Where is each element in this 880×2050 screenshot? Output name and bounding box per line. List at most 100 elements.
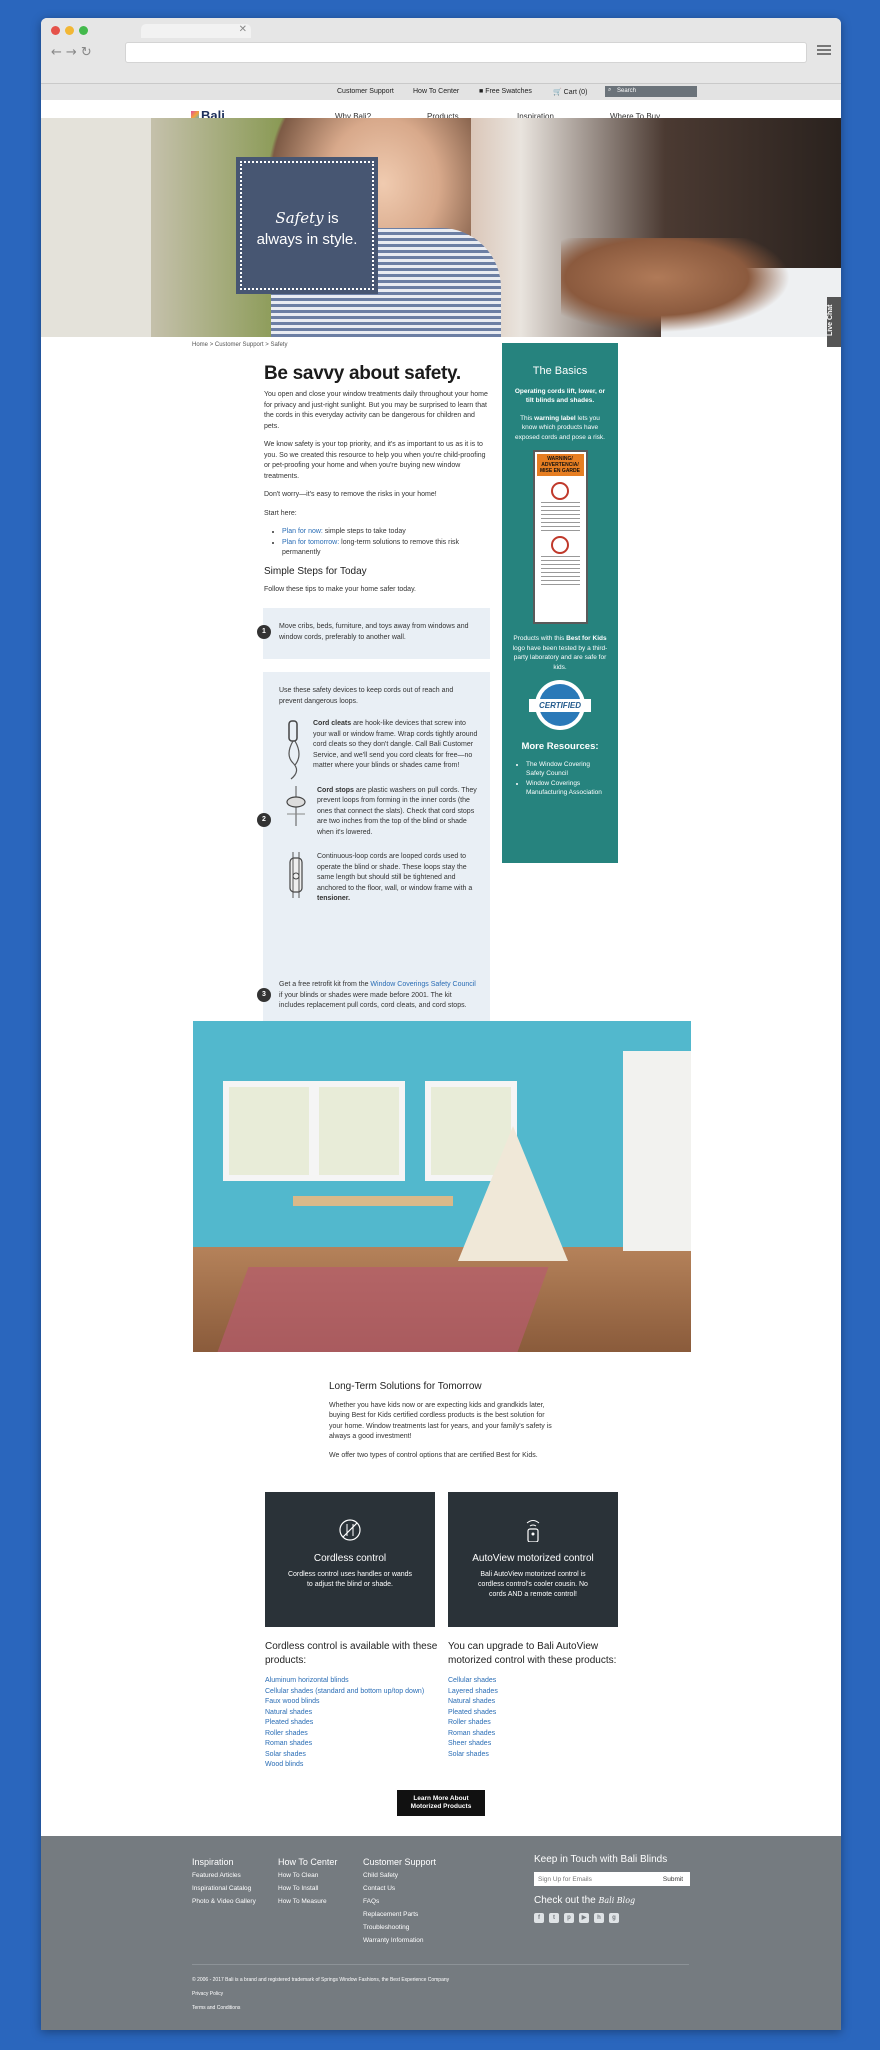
search-placeholder: Search [617, 88, 637, 94]
cord-cleats-term: Cord cleats [313, 720, 352, 727]
terms-link[interactable]: Terms and Conditions [192, 2001, 449, 2015]
maximize-window-button[interactable] [79, 26, 88, 35]
breadcrumb-separator: > [209, 342, 214, 348]
footer-link[interactable]: Child Safety [363, 1869, 436, 1882]
tensioner-icon [289, 852, 303, 898]
cordless-title: Cordless control [313, 1553, 387, 1564]
free-swatches-link[interactable]: ■ Free Swatches [479, 88, 532, 95]
footer-legal: © 2006 - 2017 Bali is a brand and regist… [192, 1973, 449, 2015]
plan-for-tomorrow-link[interactable]: Plan for tomorrow: [282, 539, 339, 546]
product-link[interactable]: Layered shades [448, 1687, 623, 1698]
footer-link[interactable]: How To Measure [278, 1895, 337, 1908]
cordless-text: Cordless control uses handles or wands t… [287, 1571, 413, 1588]
youtube-icon[interactable]: ▶ [579, 1913, 589, 1923]
signup-form: Submit [534, 1872, 694, 1886]
learn-more-motorized-button[interactable]: Learn More About Motorized Products [397, 1790, 485, 1816]
address-bar[interactable] [125, 42, 807, 63]
cart-link[interactable]: 🛒 Cart (0) [553, 88, 587, 96]
product-link[interactable]: Solar shades [265, 1750, 440, 1761]
site-footer: Inspiration Featured Articles Inspiratio… [41, 1836, 841, 2030]
blog-link[interactable]: Check out the Bali Blog [534, 1895, 694, 1906]
sidebar-p2: This warning label lets you know which p… [512, 414, 608, 443]
houzz-icon[interactable]: h [594, 1913, 604, 1923]
footer-link[interactable]: Replacement Parts [363, 1908, 436, 1921]
email-signup-input[interactable] [534, 1872, 656, 1886]
privacy-policy-link[interactable]: Privacy Policy [192, 1987, 449, 2001]
footer-heading[interactable]: Customer Support [363, 1856, 436, 1868]
footer-link[interactable]: Contact Us [363, 1882, 436, 1895]
basics-sidebar: The Basics Operating cords lift, lower, … [502, 343, 618, 863]
product-link[interactable]: Natural shades [448, 1697, 623, 1708]
steps-intro: Follow these tips to make your home safe… [264, 586, 416, 593]
breadcrumb-home[interactable]: Home [192, 342, 208, 348]
no-cord-symbol-icon [551, 536, 569, 554]
footer-link[interactable]: FAQs [363, 1895, 436, 1908]
footer-link[interactable]: Inspirational Catalog [192, 1882, 256, 1895]
pinterest-icon[interactable]: p [564, 1913, 574, 1923]
page-title: Be savvy about safety. [264, 363, 461, 384]
resource-wcma-link[interactable]: Window Coverings Manufacturing Associati… [526, 779, 608, 798]
product-link[interactable]: Aluminum horizontal blinds [265, 1676, 440, 1687]
footer-link[interactable]: Featured Articles [192, 1869, 256, 1882]
sidebar-p3-bold: Best for Kids [566, 635, 607, 642]
twitter-icon[interactable]: t [549, 1913, 559, 1923]
how-to-center-link[interactable]: How To Center [413, 88, 459, 95]
product-link[interactable]: Roller shades [265, 1729, 440, 1740]
footer-link[interactable]: Warranty Information [363, 1934, 436, 1947]
customer-support-link[interactable]: Customer Support [337, 88, 394, 95]
intro-paragraph-3: Don't worry—it's easy to remove the risk… [264, 491, 437, 498]
no-child-symbol-icon [551, 482, 569, 500]
product-link[interactable]: Cellular shades (standard and bottom up/… [265, 1687, 440, 1698]
browser-nav-buttons: ←→↻ [51, 45, 96, 60]
reload-icon[interactable]: ↻ [81, 45, 96, 60]
footer-link[interactable]: Troubleshooting [363, 1921, 436, 1934]
footer-link[interactable]: Photo & Video Gallery [192, 1895, 256, 1908]
tensioner-term: tensioner. [317, 895, 351, 902]
product-link[interactable]: Wood blinds [265, 1760, 440, 1771]
submit-button[interactable]: Submit [656, 1872, 690, 1886]
long-term-section: Long-Term Solutions for Tomorrow Whether… [329, 1381, 554, 1469]
close-window-button[interactable] [51, 26, 60, 35]
plan-for-now-link[interactable]: Plan for now: [282, 528, 323, 535]
sidebar-p2-pre: This [520, 414, 535, 422]
footer-link[interactable]: How To Clean [278, 1869, 337, 1882]
wcsc-link[interactable]: Window Coverings Safety Council [370, 981, 475, 988]
sidebar-p3-post: logo have been tested by a third-party l… [512, 644, 608, 671]
back-arrow-icon[interactable]: ← [51, 45, 66, 60]
breadcrumb-customer-support[interactable]: Customer Support [215, 342, 264, 348]
cord-stop-icon [286, 785, 306, 826]
playroom-photo [193, 1021, 691, 1352]
product-link[interactable]: Roller shades [448, 1718, 623, 1729]
step-2-box: Use these safety devices to keep cords o… [263, 672, 490, 966]
footer-heading[interactable]: How To Center [278, 1856, 337, 1868]
minimize-window-button[interactable] [65, 26, 74, 35]
cord-stops-term: Cord stops [317, 786, 354, 794]
product-link[interactable]: Cellular shades [448, 1676, 623, 1687]
cart-label: Cart (0) [563, 89, 588, 96]
sidebar-p1: Operating cords lift, lower, or tilt bli… [514, 387, 606, 405]
product-link[interactable]: Pleated shades [448, 1708, 623, 1719]
forward-arrow-icon[interactable]: → [66, 45, 81, 60]
footer-link[interactable]: How To Install [278, 1882, 337, 1895]
close-tab-icon[interactable]: ✕ [239, 24, 247, 35]
blog-pre: Check out the [534, 1895, 599, 1906]
product-link[interactable]: Natural shades [265, 1708, 440, 1719]
product-link[interactable]: Pleated shades [265, 1718, 440, 1729]
product-link[interactable]: Roman shades [448, 1729, 623, 1740]
browser-tab[interactable]: ✕ [141, 24, 251, 38]
googleplus-icon[interactable]: g [609, 1913, 619, 1923]
cordless-icon [339, 1519, 361, 1541]
warning-label-image: WARNING/ ADVERTENCIA/ MISE EN GARDE [532, 450, 588, 624]
product-link[interactable]: Roman shades [265, 1739, 440, 1750]
product-link[interactable]: Solar shades [448, 1750, 623, 1761]
search-input[interactable]: ⌕ Search [605, 86, 697, 97]
live-chat-tab[interactable]: Live Chat [827, 297, 841, 347]
product-link[interactable]: Sheer shades [448, 1739, 623, 1750]
browser-menu-icon[interactable] [817, 43, 831, 57]
facebook-icon[interactable]: f [534, 1913, 544, 1923]
product-link[interactable]: Faux wood blinds [265, 1697, 440, 1708]
footer-divider [192, 1964, 689, 1965]
resource-wcsc-link[interactable]: The Window Covering Safety Council [526, 760, 608, 779]
hero-line2: always in style. [256, 231, 358, 248]
footer-heading[interactable]: Inspiration [192, 1856, 256, 1868]
